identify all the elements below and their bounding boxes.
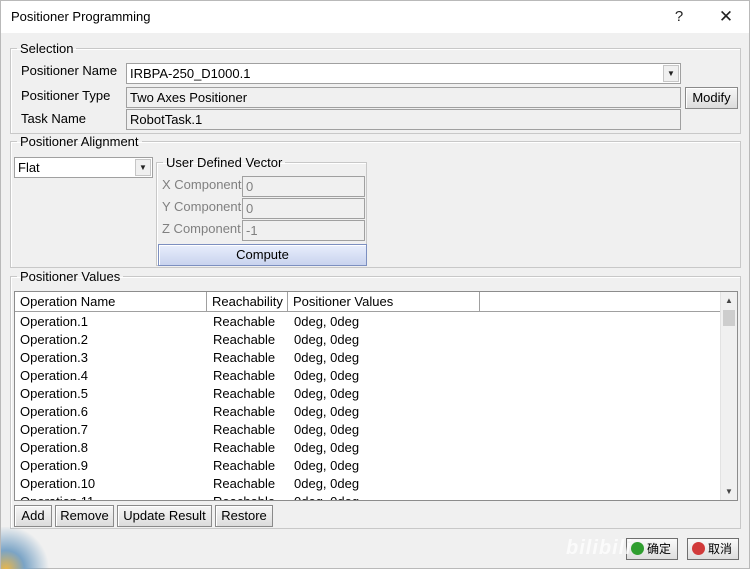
positioner-name-value: IRBPA-250_D1000.1 [130,66,251,81]
cell-positioner-values: 0deg, 0deg [294,332,360,347]
compute-button[interactable]: Compute [158,244,367,266]
y-component-field: 0 [242,198,365,219]
values-legend: Positioner Values [20,269,121,284]
chevron-down-icon[interactable]: ▼ [135,159,151,176]
positioner-type-label: Positioner Type [21,88,111,103]
dialog-window: Positioner Programming ? ✕ Selection Pos… [0,0,750,569]
corner-decoration [1,527,51,569]
column-header-operation[interactable]: Operation Name [15,292,207,312]
table-row[interactable]: Operation.5 Reachable 0deg, 0deg [15,385,721,403]
cell-reachability: Reachable [213,386,276,401]
column-header-reachability[interactable]: Reachability [207,292,288,312]
selection-legend: Selection [20,41,74,56]
table-row[interactable]: Operation.2 Reachable 0deg, 0deg [15,331,721,349]
restore-button[interactable]: Restore [215,505,273,527]
cell-reachability: Reachable [213,476,276,491]
close-button[interactable]: ✕ [704,1,748,33]
title-bar: Positioner Programming ? ✕ [1,1,749,33]
cell-operation-name: Operation.1 [20,314,88,329]
cell-positioner-values: 0deg, 0deg [294,440,360,455]
check-icon [631,542,644,555]
table-row[interactable]: Operation.1 Reachable 0deg, 0deg [15,313,721,331]
cell-reachability: Reachable [213,458,276,473]
ok-button[interactable]: 确定 [626,538,678,560]
vertical-scrollbar[interactable]: ▲ ▼ [720,292,737,500]
cell-operation-name: Operation.6 [20,404,88,419]
cell-reachability: Reachable [213,440,276,455]
user-vector-legend: User Defined Vector [166,155,283,170]
cell-operation-name: Operation.7 [20,422,88,437]
cell-reachability: Reachable [213,350,276,365]
y-component-label: Y Component [162,199,242,214]
z-component-field: -1 [242,220,365,241]
z-component-label: Z Component [162,221,241,236]
update-result-button[interactable]: Update Result [117,505,212,527]
cell-operation-name: Operation.5 [20,386,88,401]
ok-label: 确定 [647,542,672,556]
chevron-up-icon[interactable]: ▲ [721,292,737,309]
positioner-type-field: Two Axes Positioner [126,87,681,108]
help-button[interactable]: ? [657,1,701,33]
table-row[interactable]: Operation.9 Reachable 0deg, 0deg [15,457,721,475]
cell-positioner-values: 0deg, 0deg [294,350,360,365]
cell-operation-name: Operation.11 [20,493,94,500]
cell-reachability: Reachable [213,404,276,419]
cancel-label: 取消 [708,542,733,556]
alignment-mode-value: Flat [18,160,40,175]
alignment-legend: Positioner Alignment [20,134,139,149]
cell-positioner-values: 0deg, 0deg [294,404,360,419]
column-header-empty [480,292,721,312]
positioner-values-table[interactable]: Operation Name Reachability Positioner V… [14,291,738,501]
modify-button[interactable]: Modify [685,87,738,109]
cell-positioner-values: 0deg, 0deg [294,493,359,500]
close-icon: ✕ [718,7,734,26]
add-button[interactable]: Add [14,505,52,527]
table-rows: Operation.1 Reachable 0deg, 0deg Operation.… [15,313,721,500]
task-name-field: RobotTask.1 [126,109,681,130]
cell-operation-name: Operation.9 [20,458,88,473]
table-row[interactable]: Operation.11 Reachable 0deg, 0deg [15,493,721,500]
cell-positioner-values: 0deg, 0deg [294,476,360,491]
cell-reachability: Reachable [213,493,275,500]
cell-reachability: Reachable [213,368,276,383]
table-row[interactable]: Operation.3 Reachable 0deg, 0deg [15,349,721,367]
table-row[interactable]: Operation.6 Reachable 0deg, 0deg [15,403,721,421]
cell-positioner-values: 0deg, 0deg [294,422,360,437]
alignment-mode-select[interactable]: Flat ▼ [14,157,153,178]
chevron-down-icon[interactable]: ▼ [721,483,737,500]
alignment-group: Positioner Alignment [10,134,741,268]
cell-positioner-values: 0deg, 0deg [294,386,360,401]
cell-positioner-values: 0deg, 0deg [294,314,360,329]
cell-positioner-values: 0deg, 0deg [294,458,360,473]
scrollbar-thumb[interactable] [723,310,735,326]
cell-reachability: Reachable [213,332,276,347]
table-row[interactable]: Operation.8 Reachable 0deg, 0deg [15,439,721,457]
watermark-logo: bilibili [566,537,632,559]
cell-operation-name: Operation.3 [20,350,88,365]
table-row[interactable]: Operation.7 Reachable 0deg, 0deg [15,421,721,439]
cell-operation-name: Operation.10 [20,476,96,491]
chevron-down-icon[interactable]: ▼ [663,65,679,82]
remove-button[interactable]: Remove [55,505,114,527]
cell-operation-name: Operation.4 [20,368,88,383]
column-header-positioner-values[interactable]: Positioner Values [288,292,480,312]
cell-reachability: Reachable [213,422,276,437]
x-component-field: 0 [242,176,365,197]
cell-operation-name: Operation.8 [20,440,88,455]
task-name-label: Task Name [21,111,87,126]
table-row[interactable]: Operation.10 Reachable 0deg, 0deg [15,475,721,493]
cancel-icon [692,542,705,555]
table-row[interactable]: Operation.4 Reachable 0deg, 0deg [15,367,721,385]
cell-operation-name: Operation.2 [20,332,88,347]
x-component-label: X Component [162,177,242,192]
cell-positioner-values: 0deg, 0deg [294,368,360,383]
cell-reachability: Reachable [213,314,276,329]
table-header: Operation Name Reachability Positioner V… [15,292,721,312]
positioner-name-select[interactable]: IRBPA-250_D1000.1 ▼ [126,63,681,84]
cancel-button[interactable]: 取消 [687,538,739,560]
positioner-name-label: Positioner Name [21,63,118,78]
window-title: Positioner Programming [11,9,151,24]
